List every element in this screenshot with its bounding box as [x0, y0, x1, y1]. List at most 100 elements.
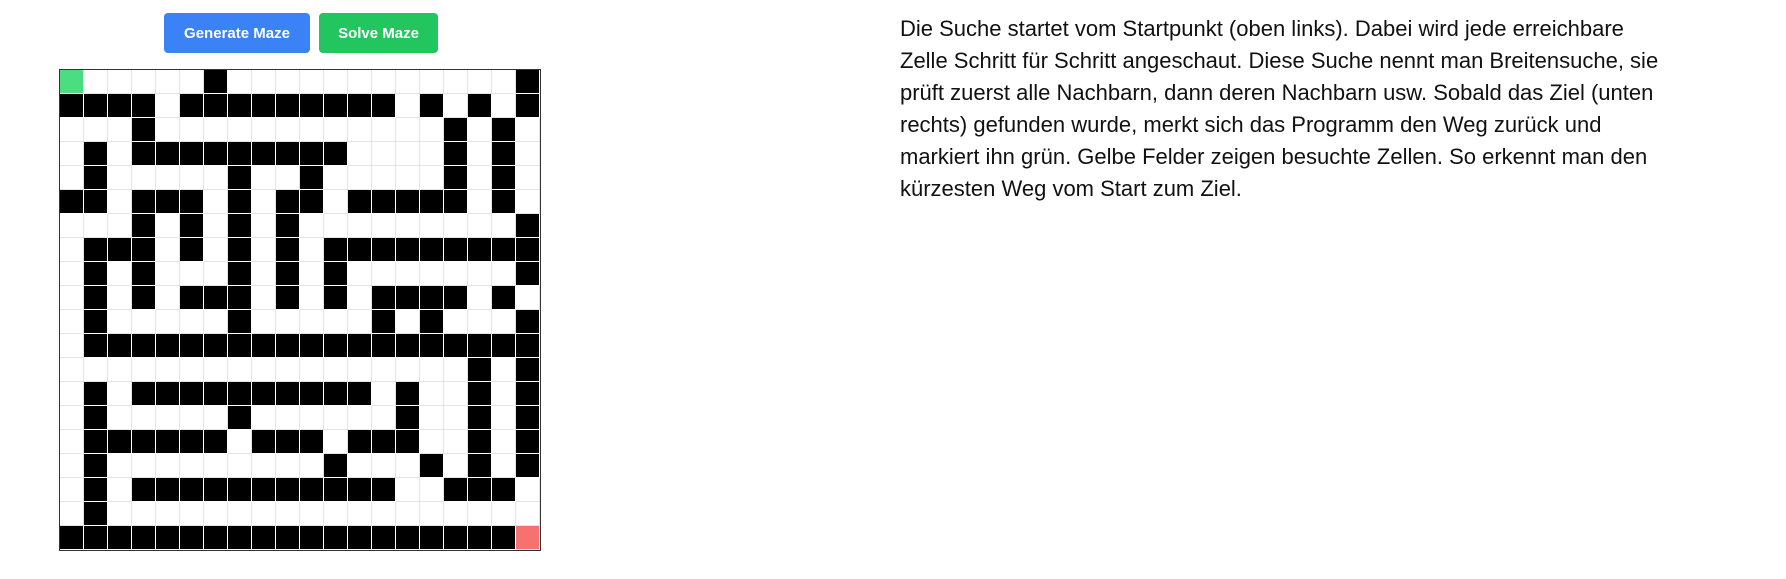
maze-wall-cell[interactable]	[300, 94, 324, 118]
maze-wall-cell[interactable]	[84, 310, 108, 334]
maze-path-cell[interactable]	[420, 70, 444, 94]
maze-wall-cell[interactable]	[132, 118, 156, 142]
maze-path-cell[interactable]	[204, 190, 228, 214]
maze-path-cell[interactable]	[444, 214, 468, 238]
maze-path-cell[interactable]	[132, 454, 156, 478]
maze-wall-cell[interactable]	[300, 526, 324, 550]
maze-path-cell[interactable]	[468, 166, 492, 190]
maze-wall-cell[interactable]	[420, 334, 444, 358]
maze-wall-cell[interactable]	[468, 526, 492, 550]
maze-wall-cell[interactable]	[108, 334, 132, 358]
maze-wall-cell[interactable]	[108, 526, 132, 550]
maze-path-cell[interactable]	[108, 382, 132, 406]
maze-wall-cell[interactable]	[132, 142, 156, 166]
maze-path-cell[interactable]	[156, 454, 180, 478]
maze-grid[interactable]	[59, 69, 541, 551]
maze-path-cell[interactable]	[468, 262, 492, 286]
maze-path-cell[interactable]	[372, 382, 396, 406]
maze-path-cell[interactable]	[180, 70, 204, 94]
maze-path-cell[interactable]	[60, 382, 84, 406]
maze-wall-cell[interactable]	[516, 406, 540, 430]
maze-wall-cell[interactable]	[84, 406, 108, 430]
maze-path-cell[interactable]	[300, 70, 324, 94]
maze-wall-cell[interactable]	[492, 238, 516, 262]
maze-wall-cell[interactable]	[492, 142, 516, 166]
maze-path-cell[interactable]	[372, 166, 396, 190]
maze-path-cell[interactable]	[420, 382, 444, 406]
maze-wall-cell[interactable]	[276, 142, 300, 166]
maze-path-cell[interactable]	[60, 358, 84, 382]
maze-path-cell[interactable]	[516, 166, 540, 190]
maze-wall-cell[interactable]	[84, 430, 108, 454]
maze-path-cell[interactable]	[300, 118, 324, 142]
maze-path-cell[interactable]	[228, 118, 252, 142]
maze-wall-cell[interactable]	[108, 94, 132, 118]
maze-wall-cell[interactable]	[84, 382, 108, 406]
maze-wall-cell[interactable]	[300, 166, 324, 190]
maze-wall-cell[interactable]	[420, 310, 444, 334]
maze-path-cell[interactable]	[204, 454, 228, 478]
maze-path-cell[interactable]	[324, 70, 348, 94]
maze-path-cell[interactable]	[108, 286, 132, 310]
maze-path-cell[interactable]	[204, 166, 228, 190]
maze-wall-cell[interactable]	[516, 70, 540, 94]
maze-path-cell[interactable]	[516, 118, 540, 142]
maze-wall-cell[interactable]	[84, 478, 108, 502]
maze-path-cell[interactable]	[132, 166, 156, 190]
maze-wall-cell[interactable]	[228, 478, 252, 502]
maze-path-cell[interactable]	[252, 190, 276, 214]
maze-wall-cell[interactable]	[372, 478, 396, 502]
maze-wall-cell[interactable]	[516, 214, 540, 238]
maze-wall-cell[interactable]	[228, 94, 252, 118]
maze-path-cell[interactable]	[252, 118, 276, 142]
maze-wall-cell[interactable]	[444, 142, 468, 166]
maze-wall-cell[interactable]	[420, 454, 444, 478]
maze-path-cell[interactable]	[300, 502, 324, 526]
maze-path-cell[interactable]	[228, 430, 252, 454]
maze-wall-cell[interactable]	[324, 526, 348, 550]
maze-wall-cell[interactable]	[228, 262, 252, 286]
maze-wall-cell[interactable]	[228, 190, 252, 214]
maze-path-cell[interactable]	[324, 406, 348, 430]
maze-path-cell[interactable]	[156, 70, 180, 94]
maze-wall-cell[interactable]	[372, 238, 396, 262]
maze-path-cell[interactable]	[492, 430, 516, 454]
maze-path-cell[interactable]	[180, 310, 204, 334]
maze-wall-cell[interactable]	[180, 382, 204, 406]
maze-wall-cell[interactable]	[372, 94, 396, 118]
maze-path-cell[interactable]	[468, 502, 492, 526]
solve-maze-button[interactable]: Solve Maze	[319, 13, 438, 53]
maze-wall-cell[interactable]	[420, 238, 444, 262]
maze-path-cell[interactable]	[468, 118, 492, 142]
maze-path-cell[interactable]	[84, 358, 108, 382]
maze-wall-cell[interactable]	[204, 430, 228, 454]
maze-path-cell[interactable]	[60, 262, 84, 286]
maze-path-cell[interactable]	[252, 262, 276, 286]
maze-path-cell[interactable]	[276, 454, 300, 478]
maze-path-cell[interactable]	[396, 94, 420, 118]
maze-wall-cell[interactable]	[468, 430, 492, 454]
maze-path-cell[interactable]	[108, 310, 132, 334]
maze-path-cell[interactable]	[60, 502, 84, 526]
maze-path-cell[interactable]	[108, 190, 132, 214]
maze-path-cell[interactable]	[396, 454, 420, 478]
maze-path-cell[interactable]	[60, 166, 84, 190]
maze-path-cell[interactable]	[60, 334, 84, 358]
maze-path-cell[interactable]	[156, 238, 180, 262]
maze-path-cell[interactable]	[108, 358, 132, 382]
maze-path-cell[interactable]	[60, 214, 84, 238]
maze-path-cell[interactable]	[300, 262, 324, 286]
maze-wall-cell[interactable]	[324, 262, 348, 286]
maze-path-cell[interactable]	[204, 262, 228, 286]
maze-path-cell[interactable]	[324, 430, 348, 454]
maze-wall-cell[interactable]	[132, 286, 156, 310]
maze-wall-cell[interactable]	[324, 382, 348, 406]
maze-wall-cell[interactable]	[324, 454, 348, 478]
maze-path-cell[interactable]	[108, 70, 132, 94]
maze-wall-cell[interactable]	[204, 286, 228, 310]
maze-wall-cell[interactable]	[204, 70, 228, 94]
maze-path-cell[interactable]	[468, 214, 492, 238]
maze-path-cell[interactable]	[420, 118, 444, 142]
maze-path-cell[interactable]	[420, 430, 444, 454]
maze-wall-cell[interactable]	[156, 526, 180, 550]
